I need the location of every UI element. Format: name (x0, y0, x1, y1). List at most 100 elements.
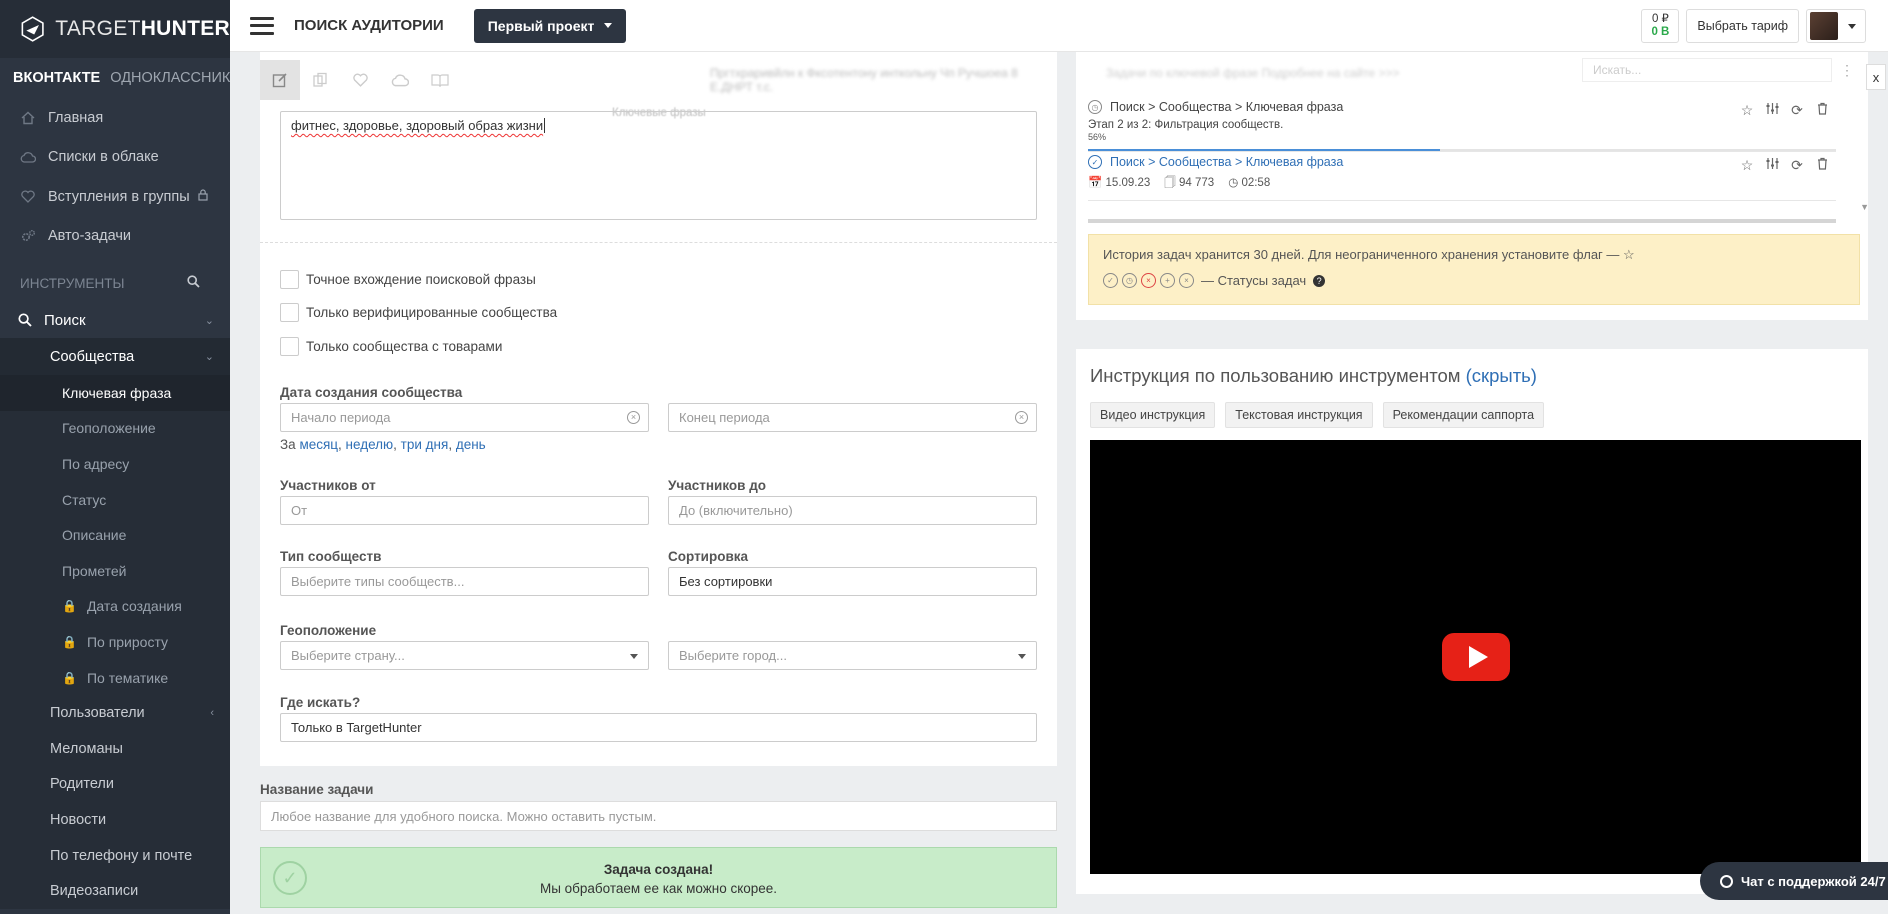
checkbox[interactable] (280, 303, 299, 322)
close-button[interactable]: x (1866, 64, 1886, 90)
sidebar-item-label: По телефону и почте (50, 847, 193, 864)
refresh-icon[interactable]: ⟳ (1789, 157, 1805, 174)
avatar (1810, 12, 1838, 40)
sidebar-item-parents[interactable]: Родители (0, 767, 230, 803)
more-vertical-icon[interactable]: ⋮ (1840, 62, 1854, 79)
sidebar-item-label: Описание (62, 527, 127, 544)
refresh-icon[interactable]: ⟳ (1789, 102, 1805, 119)
members-to-input[interactable]: До (включительно) (668, 496, 1037, 525)
sidebar-item-home[interactable]: Главная (0, 98, 230, 138)
horizontal-scrollbar[interactable] (1088, 219, 1836, 223)
sort-select[interactable]: Без сортировки (668, 567, 1037, 596)
heart-icon[interactable] (340, 60, 380, 100)
success-alert: ✓ Задача создана! Мы обработаем ее как м… (260, 847, 1057, 908)
sidebar-item-cloud-lists[interactable]: Списки в облаке (0, 138, 230, 178)
community-type-select[interactable]: Выберите типы сообществ... (280, 567, 649, 596)
city-select[interactable]: Выберите город... (668, 641, 1037, 670)
sidebar-item-description[interactable]: Описание (0, 517, 230, 553)
date-end-input[interactable]: Конец периода × (668, 403, 1037, 432)
tab-support-recommendations[interactable]: Рекомендации саппорта (1382, 402, 1545, 428)
sidebar-item-label: Поиск (44, 311, 86, 329)
checkbox[interactable] (280, 337, 299, 356)
where-select[interactable]: Только в TargetHunter (280, 713, 1037, 742)
trash-icon[interactable] (1814, 157, 1830, 174)
history-text: История задач хранится 30 дней. Для неог… (1103, 247, 1620, 262)
sidebar-item-prometheus[interactable]: Прометей (0, 553, 230, 589)
tab-video-instruction[interactable]: Видео инструкция (1090, 402, 1216, 428)
scroll-down-arrow-icon[interactable]: ▼ (1860, 202, 1869, 212)
youtube-play-icon[interactable] (1442, 633, 1510, 681)
sidebar-item-videos[interactable]: Видеозаписи (0, 873, 230, 909)
period-week-link[interactable]: неделю (346, 437, 394, 452)
with-products-checkbox[interactable]: Только сообщества с товарами (280, 337, 502, 356)
balance-widget[interactable]: 0 ₽ 0 B (1641, 9, 1680, 43)
sidebar-item-label: Главная (48, 109, 104, 126)
sidebar-item-address[interactable]: По адресу (0, 446, 230, 482)
help-icon[interactable]: ? (1313, 274, 1326, 287)
video-player[interactable] (1090, 440, 1861, 874)
star-icon[interactable]: ☆ (1739, 157, 1755, 174)
sidebar-item-status[interactable]: Статус (0, 482, 230, 518)
book-icon[interactable] (420, 60, 460, 100)
edit-icon[interactable] (260, 60, 300, 100)
sidebar-item-users[interactable]: Пользователи ‹ (0, 695, 230, 731)
logo[interactable]: TARGET HUNTER (0, 0, 230, 58)
sliders-icon[interactable] (1764, 157, 1780, 174)
sliders-icon[interactable] (1764, 102, 1780, 119)
date-end-placeholder: Конец периода (679, 410, 770, 425)
tab-odnoklassniki[interactable]: ОДНОКЛАССНИКИ (110, 70, 230, 86)
menu-icon[interactable] (250, 16, 274, 35)
sidebar-item-creation-date[interactable]: 🔒 Дата создания (0, 589, 230, 625)
support-chat-button[interactable]: Чат с поддержкой 24/7 (1700, 862, 1888, 900)
sidebar-item-communities[interactable]: Сообщества ⌄ (0, 338, 230, 375)
tools-title: ИНСТРУМЕНТЫ (20, 275, 125, 291)
tab-text-instruction[interactable]: Текстовая инструкция (1225, 402, 1373, 428)
sidebar-item-music[interactable]: Меломаны (0, 731, 230, 767)
sidebar-item-growth[interactable]: 🔒 По приросту (0, 624, 230, 660)
task-row[interactable]: ◷ Поиск > Сообщества > Ключевая фраза Эта… (1088, 100, 1836, 151)
checkbox[interactable] (280, 270, 299, 289)
divider (1088, 151, 1836, 152)
project-select-button[interactable]: Первый проект (473, 8, 627, 43)
search-icon[interactable] (187, 275, 200, 291)
task-count: 🗍 94 773 (1164, 175, 1214, 194)
sidebar-item-topic[interactable]: 🔒 По тематике (0, 660, 230, 696)
sidebar-item-auto-tasks[interactable]: Авто-задачи (0, 217, 230, 257)
sidebar-item-geo[interactable]: Геоположение (0, 411, 230, 447)
chevron-down-icon: ⌄ (204, 314, 214, 327)
verified-only-checkbox[interactable]: Только верифицированные сообщества (280, 303, 557, 322)
sidebar-item-phone-email[interactable]: По телефону и почте (0, 838, 230, 874)
members-from-input[interactable]: От (280, 496, 649, 525)
copy-icon[interactable] (300, 60, 340, 100)
task-name-input[interactable]: Любое название для удобного поиска. Можн… (260, 801, 1057, 831)
user-menu[interactable] (1806, 9, 1866, 43)
period-day-link[interactable]: день (456, 437, 486, 452)
tab-vkontakte[interactable]: ВКОНТАКТЕ (13, 70, 100, 86)
choose-tariff-button[interactable]: Выбрать тариф (1686, 9, 1799, 43)
page-scrollbar[interactable] (1868, 52, 1888, 914)
hide-instructions-link[interactable]: (скрыть) (1466, 365, 1537, 386)
task-row[interactable]: ✓ Поиск > Сообщества > Ключевая фраза 📅 1… (1088, 155, 1836, 194)
country-select[interactable]: Выберите страну... (280, 641, 649, 670)
keywords-textarea[interactable]: фитнес, здоровье, здоровый образ жизни (280, 111, 1037, 220)
tasks-search-input[interactable]: Искать... (1582, 58, 1832, 82)
star-icon[interactable]: ☆ (1739, 102, 1755, 119)
trash-icon[interactable] (1814, 102, 1830, 119)
period-month-link[interactable]: месяц (299, 437, 338, 452)
exact-match-checkbox[interactable]: Точное вхождение поисковой фразы (280, 270, 536, 289)
where-label: Где искать? (280, 695, 361, 710)
task-meta: 📅 15.09.23 🗍 94 773 ◷ 02:58 (1088, 175, 1836, 194)
task-path[interactable]: ✓ Поиск > Сообщества > Ключевая фраза (1088, 155, 1836, 169)
cloud-icon[interactable] (380, 60, 420, 100)
logo-text-light: TARGET (55, 17, 141, 40)
sidebar-item-news[interactable]: Новости (0, 802, 230, 838)
sidebar-item-search[interactable]: Поиск ⌄ (0, 302, 230, 338)
period-three-days-link[interactable]: три дня (401, 437, 449, 452)
members-from-label: Участников от (280, 478, 376, 493)
date-start-input[interactable]: Начало периода × (280, 403, 649, 432)
clear-icon[interactable]: × (627, 411, 640, 424)
clear-icon[interactable]: × (1015, 411, 1028, 424)
sidebar-item-label: Родители (50, 776, 114, 793)
sidebar-item-keyword[interactable]: Ключевая фраза (0, 375, 230, 411)
sidebar-item-group-joins[interactable]: Вступления в группы (0, 177, 230, 217)
